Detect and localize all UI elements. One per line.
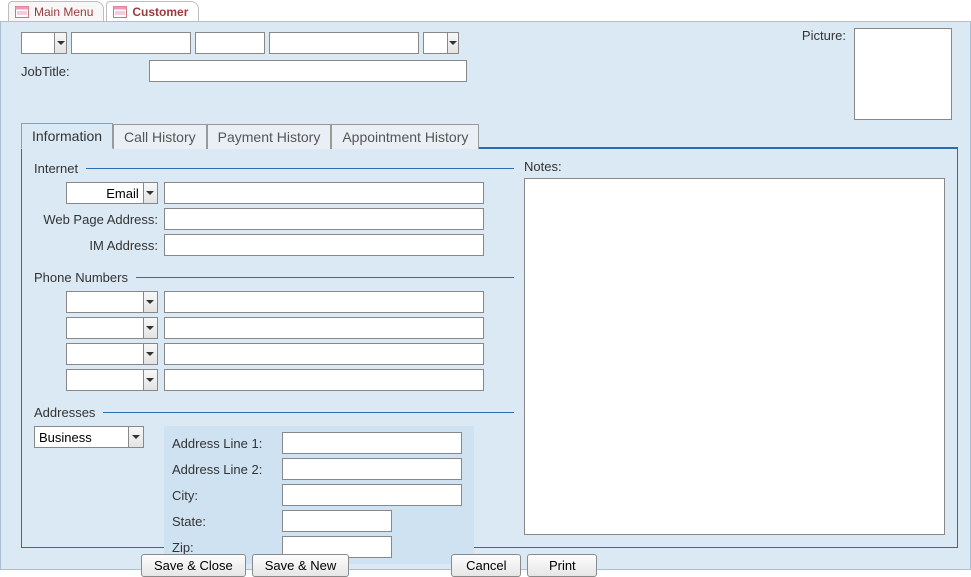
web-page-input[interactable] [164, 208, 484, 230]
chevron-down-icon[interactable] [447, 33, 458, 53]
phone-type-input-2[interactable] [67, 318, 143, 338]
address-line2-input[interactable] [282, 458, 462, 480]
zip-label: Zip: [172, 540, 282, 555]
detail-tab-control: Information Call History Payment History… [21, 122, 958, 548]
right-column: Notes: [524, 159, 945, 535]
phone-number-input-3[interactable] [164, 343, 484, 365]
phone-type-input-4[interactable] [67, 370, 143, 390]
tab-payment-history-label: Payment History [218, 129, 321, 145]
chevron-down-icon[interactable] [143, 292, 157, 312]
phone-type-combo-2[interactable] [66, 317, 158, 339]
im-address-label: IM Address: [34, 238, 164, 253]
last-name-input[interactable] [269, 32, 419, 54]
internet-group-title: Internet [34, 161, 78, 176]
internet-group-header: Internet [34, 161, 514, 176]
phone-type-combo-1[interactable] [66, 291, 158, 313]
tab-call-history-label: Call History [124, 129, 196, 145]
left-column: Internet Web Page Address: [34, 159, 514, 535]
tab-appointment-history-label: Appointment History [342, 129, 468, 145]
job-title-label: JobTitle: [21, 64, 141, 79]
picture-box[interactable] [854, 28, 952, 120]
middle-name-input[interactable] [195, 32, 265, 54]
picture-label: Picture: [802, 28, 846, 43]
document-tabs: Main Menu Customer [0, 0, 971, 22]
tab-customer-label: Customer [132, 5, 188, 19]
phone-type-input-1[interactable] [67, 292, 143, 312]
email-type-combo[interactable] [66, 182, 158, 204]
suffix-combo[interactable] [423, 32, 459, 54]
rule [86, 168, 514, 169]
tab-main-menu-label: Main Menu [34, 5, 93, 19]
action-buttons: Save & Close Save & New Cancel Print [21, 554, 958, 577]
state-input[interactable] [282, 510, 392, 532]
im-address-input[interactable] [164, 234, 484, 256]
rule [103, 412, 514, 413]
web-page-label: Web Page Address: [34, 212, 164, 227]
address-line1-input[interactable] [282, 432, 462, 454]
save-new-button[interactable]: Save & New [252, 554, 350, 577]
phone-number-input-1[interactable] [164, 291, 484, 313]
tab-appointment-history[interactable]: Appointment History [331, 124, 479, 149]
suffix-input[interactable] [424, 33, 447, 53]
tab-page-information: Internet Web Page Address: [21, 148, 958, 548]
chevron-down-icon[interactable] [143, 370, 157, 390]
city-input[interactable] [282, 484, 462, 506]
address-line1-label: Address Line 1: [172, 436, 282, 451]
rule [136, 277, 514, 278]
form-icon [113, 6, 127, 18]
save-close-button[interactable]: Save & Close [141, 554, 246, 577]
tab-call-history[interactable]: Call History [113, 124, 207, 149]
tab-main-menu[interactable]: Main Menu [8, 1, 104, 21]
chevron-down-icon[interactable] [143, 344, 157, 364]
notes-label: Notes: [524, 159, 945, 174]
addresses-group-header: Addresses [34, 405, 514, 420]
phone-number-input-2[interactable] [164, 317, 484, 339]
chevron-down-icon[interactable] [143, 318, 157, 338]
addresses-group-title: Addresses [34, 405, 95, 420]
address-type-combo[interactable] [34, 426, 144, 448]
address-block: Address Line 1: Address Line 2: City: [164, 426, 474, 564]
state-label: State: [172, 514, 282, 529]
tab-information[interactable]: Information [21, 123, 113, 149]
email-type-input[interactable] [67, 183, 143, 203]
phones-group-header: Phone Numbers [34, 270, 514, 285]
chevron-down-icon[interactable] [128, 427, 143, 447]
picture-group: Picture: [802, 28, 952, 120]
detail-tab-strip: Information Call History Payment History… [21, 122, 958, 148]
phone-number-input-4[interactable] [164, 369, 484, 391]
form-icon [15, 6, 29, 18]
address-type-input[interactable] [35, 427, 128, 447]
notes-textarea[interactable] [524, 178, 945, 535]
phone-type-combo-4[interactable] [66, 369, 158, 391]
tab-information-label: Information [32, 128, 102, 144]
tab-payment-history[interactable]: Payment History [207, 124, 332, 149]
phone-type-combo-3[interactable] [66, 343, 158, 365]
title-input[interactable] [22, 33, 54, 53]
city-label: City: [172, 488, 282, 503]
phones-group-title: Phone Numbers [34, 270, 128, 285]
chevron-down-icon[interactable] [143, 183, 157, 203]
tab-customer[interactable]: Customer [106, 1, 199, 21]
address-line2-label: Address Line 2: [172, 462, 282, 477]
job-title-input[interactable] [149, 60, 467, 82]
first-name-input[interactable] [71, 32, 191, 54]
chevron-down-icon[interactable] [54, 33, 66, 53]
tab-rule [479, 147, 958, 148]
print-button[interactable]: Print [527, 554, 597, 577]
customer-form: Picture: JobTitle: Information Call Hist… [0, 22, 971, 570]
title-combo[interactable] [21, 32, 67, 54]
cancel-button[interactable]: Cancel [451, 554, 521, 577]
phone-type-input-3[interactable] [67, 344, 143, 364]
email-input[interactable] [164, 182, 484, 204]
